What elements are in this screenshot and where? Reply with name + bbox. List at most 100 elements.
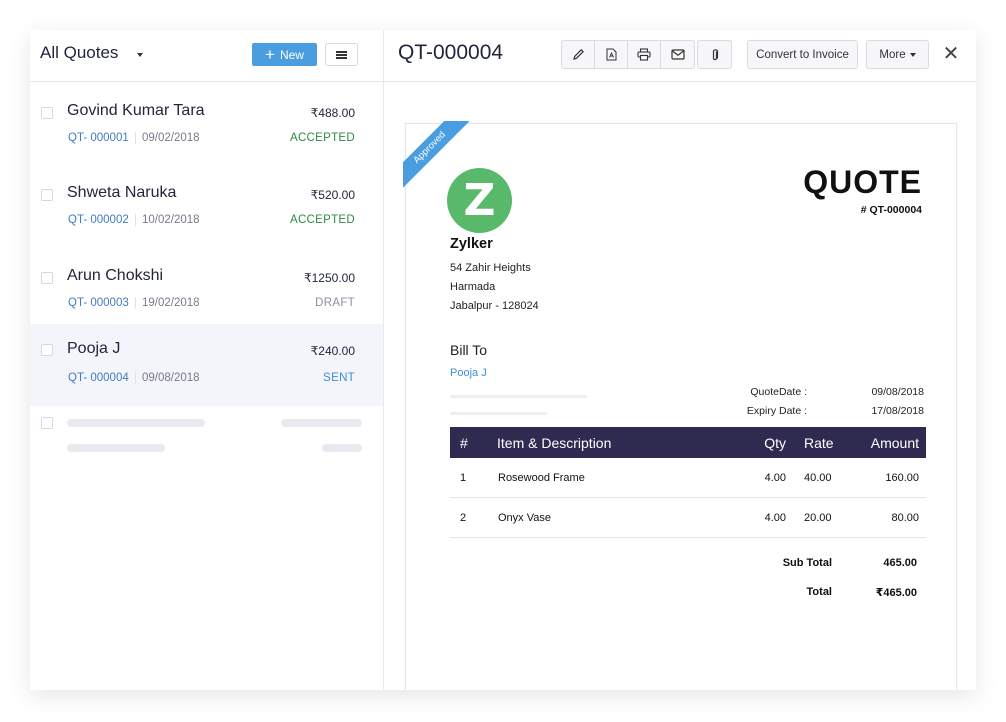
quote-id: QT- 000001: [68, 132, 136, 144]
address-line: Jabalpur - 128024: [450, 300, 539, 312]
skeleton-bar: [450, 395, 587, 398]
quote-list-item-selected[interactable]: Pooja J ₹240.00 QT- 000004 09/08/2018 SE…: [30, 324, 383, 406]
address-line: 54 Zahir Heights: [450, 262, 531, 274]
company-logo: Z: [447, 168, 512, 233]
quote-date: 19/02/2018: [142, 297, 200, 309]
action-toolbar: [561, 40, 695, 69]
pdf-icon: [606, 48, 616, 61]
email-button[interactable]: [661, 41, 694, 68]
quote-date: 09/02/2018: [142, 132, 200, 144]
print-button[interactable]: [628, 41, 661, 68]
customer-name: Shweta Naruka: [67, 184, 177, 201]
company-name: Zylker: [450, 236, 493, 252]
quote-amount: ₹488.00: [310, 106, 355, 120]
quote-date-label: QuoteDate :: [750, 386, 807, 398]
skeleton-bar: [67, 419, 205, 427]
row-checkbox[interactable]: [41, 272, 53, 284]
row-checkbox[interactable]: [41, 107, 53, 119]
row-qty: 4.00: [764, 511, 786, 524]
printer-icon: [637, 48, 651, 61]
row-checkbox[interactable]: [41, 344, 53, 356]
app-window: All Quotes + New Govind Kumar Tara ₹488.…: [30, 30, 976, 690]
status-badge: ACCEPTED: [289, 214, 355, 226]
quote-amount: ₹240.00: [310, 344, 355, 358]
edit-button[interactable]: [562, 41, 595, 68]
items-table-header: # Item & Description Qty Rate Amount: [450, 427, 926, 458]
new-button-label: New: [279, 47, 304, 62]
quote-list-item[interactable]: Govind Kumar Tara ₹488.00 QT- 000001 09/…: [30, 83, 383, 165]
col-header-rate: Rate: [804, 434, 834, 451]
quote-id: QT- 000003: [68, 297, 136, 309]
col-header-num: #: [460, 434, 468, 451]
items-table: # Item & Description Qty Rate Amount 1 R…: [450, 427, 926, 538]
row-checkbox[interactable]: [41, 189, 53, 201]
row-item: Rosewood Frame: [498, 471, 585, 484]
placeholder-list-item: [30, 406, 383, 488]
row-amount: 80.00: [891, 511, 919, 524]
new-quote-button[interactable]: + New: [252, 43, 317, 66]
address-line: Harmada: [450, 281, 496, 293]
sub-total-value: 465.00: [883, 557, 917, 569]
list-header: All Quotes + New: [30, 30, 383, 82]
quote-document: Approved Z Zylker 54 Zahir Heights Harma…: [403, 121, 957, 690]
document-heading: QUOTE: [803, 164, 922, 200]
bill-to-name[interactable]: Pooja J: [450, 367, 487, 379]
status-badge: SENT: [323, 372, 355, 384]
quote-date: 10/02/2018: [142, 214, 200, 226]
detail-header: QT-000004 Convert to Invoice More ✕: [384, 30, 976, 82]
row-rate: 20.00: [804, 511, 832, 524]
plus-icon: +: [265, 45, 275, 64]
list-view-selector[interactable]: All Quotes: [40, 43, 118, 63]
quote-list-item[interactable]: Shweta Naruka ₹520.00 QT- 000002 10/02/2…: [30, 165, 383, 247]
status-badge: ACCEPTED: [289, 132, 355, 144]
expiry-date-label: Expiry Date :: [746, 405, 807, 417]
row-num: 2: [460, 511, 467, 524]
row-amount: 160.00: [885, 471, 919, 484]
expiry-date-value: 17/08/2018: [871, 405, 924, 417]
attachment-group: [697, 40, 732, 69]
customer-name: Pooja J: [67, 340, 121, 357]
row-item: Onyx Vase: [498, 511, 551, 524]
pdf-button[interactable]: [595, 41, 628, 68]
col-header-qty: Qty: [764, 434, 786, 451]
document-number: # QT-000004: [860, 204, 922, 216]
quote-date: 09/08/2018: [142, 372, 200, 384]
document-preview-area: Approved Z Zylker 54 Zahir Heights Harma…: [384, 83, 976, 690]
customer-name: Arun Chokshi: [67, 267, 164, 284]
quote-detail-panel: QT-000004 Convert to Invoice More ✕ Appr…: [384, 30, 976, 690]
attach-button[interactable]: [698, 41, 731, 68]
more-button[interactable]: More: [866, 40, 929, 69]
skeleton-bar: [281, 419, 362, 427]
convert-to-invoice-button[interactable]: Convert to Invoice: [747, 40, 858, 69]
col-header-amount: Amount: [870, 434, 919, 451]
list-options-button[interactable]: [325, 43, 358, 66]
total-value: ₹465.00: [875, 587, 917, 599]
page-title: QT-000004: [398, 41, 504, 64]
skeleton-bar: [67, 444, 165, 452]
table-row: 2 Onyx Vase 4.00 20.00 80.00: [450, 498, 926, 538]
quote-amount: ₹1250.00: [303, 271, 355, 285]
more-label: More: [879, 48, 906, 61]
quote-list-panel: All Quotes + New Govind Kumar Tara ₹488.…: [30, 30, 384, 690]
close-icon[interactable]: ✕: [942, 44, 960, 64]
row-qty: 4.00: [764, 471, 786, 484]
skeleton-bar: [450, 412, 547, 415]
chevron-down-icon: [909, 52, 916, 57]
status-badge: DRAFT: [315, 297, 355, 309]
pencil-icon: [572, 49, 584, 60]
skeleton-bar: [322, 444, 362, 452]
quote-id: QT- 000004: [68, 372, 136, 384]
paperclip-icon: [712, 48, 718, 60]
quote-list-item[interactable]: Arun Chokshi ₹1250.00 QT- 000003 19/02/2…: [30, 248, 383, 330]
mail-icon: [670, 49, 685, 60]
row-num: 1: [460, 471, 467, 484]
quote-amount: ₹520.00: [310, 188, 355, 202]
total-label: Total: [806, 586, 832, 598]
quote-date-value: 09/08/2018: [871, 386, 924, 398]
col-header-item: Item & Description: [497, 434, 612, 451]
sub-total-label: Sub Total: [782, 557, 832, 569]
chevron-down-icon[interactable]: [137, 53, 143, 57]
row-checkbox[interactable]: [41, 417, 53, 429]
customer-name: Govind Kumar Tara: [67, 102, 205, 119]
hamburger-icon: [336, 50, 347, 59]
